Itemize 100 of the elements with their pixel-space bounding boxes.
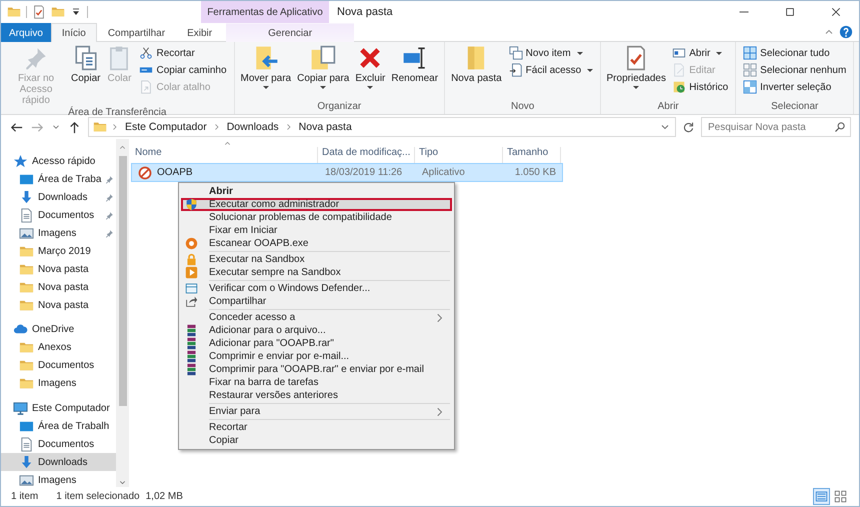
menu-item[interactable]: Compartilhar (181, 295, 452, 308)
folder-pages-icon (310, 45, 336, 71)
sidebar-item[interactable]: Este Computador (1, 400, 116, 418)
menu-item[interactable]: Solucionar problemas de compatibilidade (181, 211, 452, 224)
ribbon-button[interactable]: Copiar (69, 44, 102, 85)
sidebar-item[interactable]: Documentos (1, 356, 116, 375)
ribbon-button[interactable]: Excluir (353, 44, 388, 90)
menu-item[interactable]: Executar sempre na Sandbox (181, 266, 452, 279)
help-button[interactable] (839, 25, 853, 39)
menu-item[interactable]: Escanear OOAPB.exe (181, 237, 452, 250)
ribbon-button[interactable]: Renomear (389, 44, 440, 85)
view-button[interactable] (813, 488, 830, 505)
ribbon-button[interactable]: Mover para (238, 44, 294, 90)
view-button[interactable] (832, 488, 849, 505)
ribbon-button[interactable]: Fácil acesso (506, 62, 596, 78)
sidebar-item[interactable]: Nova pasta (1, 278, 116, 296)
ribbon-tab[interactable]: Arquivo (1, 23, 51, 42)
ribbon-button[interactable]: Abrir (669, 45, 732, 61)
breadcrumb[interactable]: Este Computador (123, 121, 209, 133)
ribbon-button[interactable]: Nova pasta (449, 44, 504, 85)
sidebar-item[interactable]: Nova pasta (1, 260, 116, 278)
share-icon (185, 295, 198, 308)
document-icon (672, 63, 686, 77)
document-icon (19, 208, 34, 224)
document-icon (139, 80, 154, 94)
ribbon-button[interactable]: Histórico (669, 79, 732, 95)
books-icon (185, 324, 198, 337)
menu-item[interactable]: Verificar com o Windows Defender... (181, 282, 452, 295)
search-icon (834, 121, 846, 133)
folder-icon (51, 5, 65, 19)
address-bar[interactable]: Este Computador Downloads Nova pasta (88, 117, 676, 137)
refresh-button[interactable] (682, 120, 695, 134)
table-cell-text: 1.050 KB (514, 167, 557, 178)
window-title: Nova pasta (336, 5, 393, 20)
ribbon-button[interactable]: Selecionar nenhum (740, 62, 850, 78)
folder-icon (7, 5, 21, 19)
sidebar-item[interactable]: Documentos (1, 435, 116, 454)
caret-icon (262, 86, 269, 89)
ribbon-button[interactable]: Recortar (136, 45, 230, 61)
menu-item[interactable]: Abrir (181, 185, 452, 198)
menu-item[interactable]: Fixar em Iniciar (181, 224, 452, 237)
picture-icon (19, 472, 34, 487)
sidebar-item[interactable]: Downloads (1, 188, 116, 207)
sidebar-item[interactable]: Acesso rápido (1, 153, 116, 171)
details-view-icon (815, 490, 828, 503)
menu-item[interactable]: Recortar (181, 421, 452, 434)
file-row[interactable]: OOAPB 18/03/2019 11:26 Aplicativo 1.050 KB (131, 163, 563, 182)
menu-item[interactable]: Adicionar para "OOAPB.rar" (181, 337, 452, 350)
sidebar-item[interactable]: Anexos (1, 338, 116, 357)
menu-item[interactable]: Copiar (181, 434, 452, 447)
ribbon-button[interactable]: Copiar para (295, 44, 352, 90)
caret-icon (716, 52, 722, 54)
grid-icon (743, 63, 758, 77)
menu-item[interactable]: Comprimir e enviar por e-mail... (181, 350, 452, 363)
menu-item[interactable]: Executar como administrador (181, 198, 452, 211)
sidebar-item[interactable]: Documentos (1, 206, 116, 225)
caret-icon (633, 86, 640, 89)
ribbon-button[interactable]: Selecionar tudo (740, 45, 850, 61)
sidebar-item[interactable]: Imagens (1, 471, 116, 487)
menu-item[interactable]: Executar na Sandbox (181, 253, 452, 266)
sidebar-item[interactable]: Imagens (1, 374, 116, 393)
computer-icon (13, 401, 28, 416)
ribbon-button[interactable]: Copiar caminho (136, 62, 230, 78)
sidebar-item[interactable]: Área de Trabalh (1, 417, 116, 436)
grid-icon (743, 46, 758, 60)
menu-item[interactable]: Adicionar para o arquivo... (181, 324, 452, 337)
sidebar-item[interactable]: Downloads (1, 453, 116, 472)
selection-info: 1 item selecionado (56, 491, 140, 502)
sidebar-item[interactable]: Área de Traba (1, 170, 116, 189)
circle-icon (185, 237, 198, 250)
shield-icon (185, 198, 198, 211)
pin-icon (105, 229, 114, 238)
ribbon-tab[interactable]: Gerenciar (226, 23, 354, 42)
sidebar-item[interactable]: OneDrive (1, 321, 116, 339)
sidebar-item[interactable]: Imagens (1, 224, 116, 242)
window-icon (672, 46, 686, 60)
menu-item[interactable]: Conceder acesso a (181, 311, 452, 324)
selection-size: 1,02 MB (146, 491, 183, 502)
menu-item[interactable]: Restaurar versões anteriores (181, 389, 452, 402)
sidebar-item[interactable]: Março 2019 (1, 242, 116, 260)
item-count: 1 item (11, 491, 38, 502)
menu-item[interactable]: Fixar na barra de tarefas (181, 376, 452, 389)
menu-item[interactable]: Enviar para (181, 405, 452, 418)
chevron-icon (212, 123, 221, 131)
search-field[interactable]: Pesquisar Nova pasta (701, 117, 851, 137)
table-cell-text: Aplicativo (421, 167, 466, 178)
ribbon-tab[interactable]: Exibir (176, 23, 224, 42)
scrollbar[interactable] (116, 139, 129, 487)
group-label: Abrir (656, 101, 680, 114)
breadcrumb[interactable]: Downloads (224, 121, 281, 133)
text-cursor-icon (402, 45, 428, 71)
sidebar-item[interactable]: Nova pasta (1, 296, 116, 314)
ribbon-button[interactable]: Novo item (506, 45, 596, 61)
ribbon-tab[interactable]: Compartilhar (96, 23, 176, 42)
ribbon-tab[interactable]: Início (50, 23, 97, 42)
breadcrumb[interactable]: Nova pasta (296, 121, 354, 133)
maximize-icon (784, 6, 796, 18)
ribbon-button[interactable]: Inverter seleção (740, 79, 850, 95)
ribbon-button[interactable]: Propriedades (605, 44, 668, 90)
menu-item[interactable]: Comprimir para "OOAPB.rar" e enviar por e-mail (181, 363, 452, 376)
